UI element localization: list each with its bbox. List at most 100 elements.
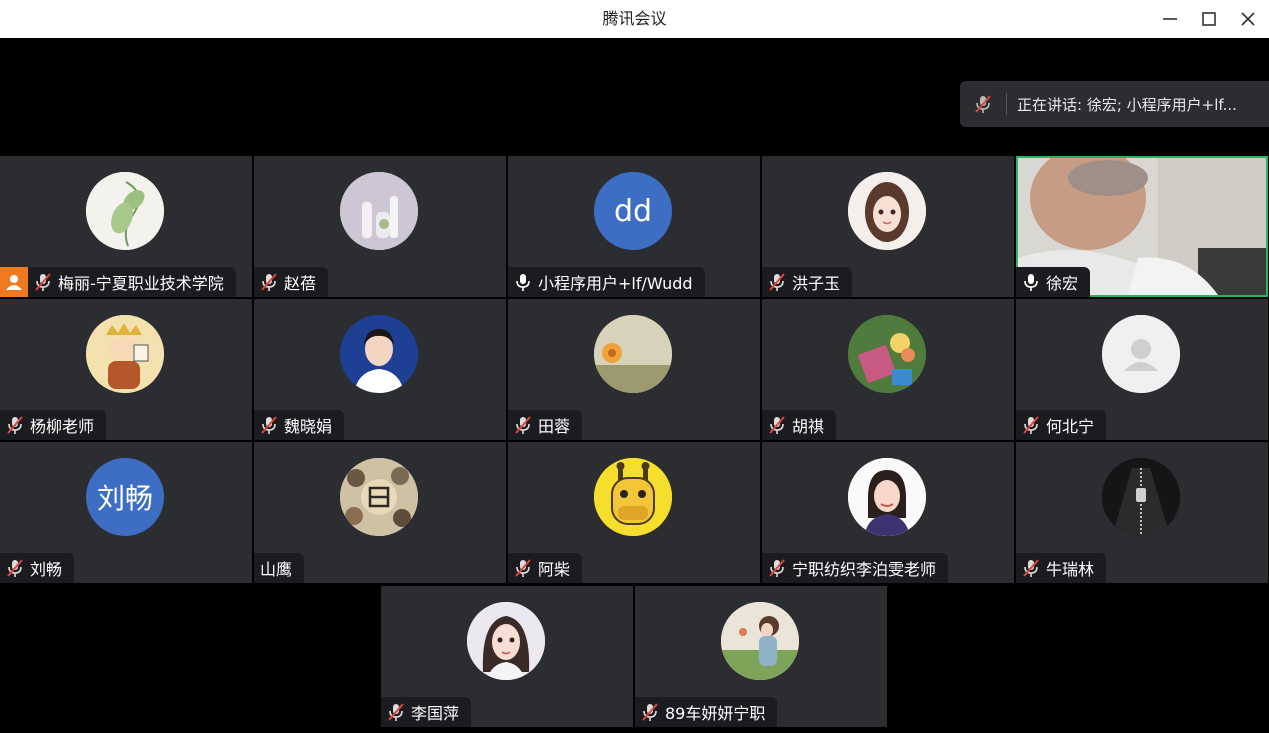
close-button[interactable] (1231, 4, 1265, 34)
participant-namebar: 洪子玉 (762, 267, 853, 297)
participant-namebar: 田蓉 (508, 410, 583, 440)
giraffe-cartoon-icon (594, 458, 672, 536)
participant-namebar: 胡祺 (762, 410, 837, 440)
participant-namebar: 梅丽-宁夏职业技术学院 (0, 267, 236, 297)
title-bar: 腾讯会议 (0, 0, 1269, 38)
avatar (1102, 458, 1180, 536)
minimize-icon (1163, 18, 1177, 20)
participant-name: 赵蓓 (284, 274, 317, 293)
participant-tile[interactable]: 赵蓓 (254, 156, 506, 297)
participant-name: 阿柴 (538, 560, 571, 579)
muted-mic-icon (34, 273, 52, 291)
avatar (86, 315, 164, 393)
leather-jacket-icon (1102, 458, 1180, 536)
muted-mic-icon (514, 559, 532, 577)
avatar (340, 172, 418, 250)
participant-name: 宁职纺织李泊雯老师 (792, 560, 937, 579)
participant-tile[interactable]: 梅丽-宁夏职业技术学院 (0, 156, 252, 297)
participant-name: 李国萍 (411, 704, 460, 723)
participant-namebar: 宁职纺织李泊雯老师 (762, 553, 949, 583)
participant-tile-active-speaker[interactable]: 徐宏 (1016, 156, 1268, 297)
muted-mic-icon (260, 273, 278, 291)
default-person-icon (1102, 315, 1180, 393)
avatar (467, 602, 545, 680)
orange-flower-icon (594, 315, 672, 393)
participant-name: 小程序用户+lf/Wudd (538, 274, 693, 293)
participant-name: 胡祺 (792, 417, 825, 436)
participant-tile[interactable]: 胡祺 (762, 299, 1014, 440)
avatar (848, 315, 926, 393)
participant-name: 魏晓娟 (284, 417, 333, 436)
avatar (340, 315, 418, 393)
participant-namebar: 山鹰 (254, 553, 305, 583)
participant-tile[interactable]: 田蓉 (508, 299, 760, 440)
participant-namebar: 李国萍 (381, 697, 472, 727)
participant-tile[interactable]: 何北宁 (1016, 299, 1268, 440)
muted-mic-icon (6, 559, 24, 577)
avatar (848, 172, 926, 250)
avatar (721, 602, 799, 680)
participant-namebar: 何北宁 (1016, 410, 1107, 440)
participant-tile[interactable]: 89车妍妍宁职 (635, 586, 887, 727)
mic-icon (514, 273, 532, 291)
maximize-button[interactable] (1192, 4, 1226, 34)
participant-namebar: 牛瑞林 (1016, 553, 1107, 583)
participant-name: 徐宏 (1046, 274, 1079, 293)
flowers-outdoor-icon (848, 315, 926, 393)
girl-field-icon (721, 602, 799, 680)
white-vase-icon (340, 172, 418, 250)
muted-mic-icon (975, 95, 991, 113)
muted-mic-icon (6, 416, 24, 434)
minimize-button[interactable] (1153, 4, 1187, 34)
participant-tile[interactable]: 李国萍 (381, 586, 633, 727)
text-avatar: 刘畅 (86, 458, 164, 536)
avatar (848, 458, 926, 536)
participant-name: 何北宁 (1046, 417, 1095, 436)
muted-mic-icon (768, 273, 786, 291)
cartoon-liberty-icon (86, 315, 164, 393)
muted-mic-icon (641, 703, 659, 721)
participant-tile[interactable]: 刘畅 刘畅 (0, 442, 252, 583)
participant-namebar: 刘畅 (0, 553, 75, 583)
window-title: 腾讯会议 (602, 9, 667, 28)
participant-name: 刘畅 (30, 560, 63, 579)
close-icon (1241, 12, 1255, 26)
participant-namebar: 小程序用户+lf/Wudd (508, 267, 705, 297)
speaking-indicator[interactable]: 正在讲话: 徐宏; 小程序用户+lf... (960, 81, 1269, 127)
participant-tile[interactable]: 宁职纺织李泊雯老师 (762, 442, 1014, 583)
participant-namebar: 89车妍妍宁职 (635, 697, 778, 727)
leaf-plant-icon (86, 172, 164, 250)
mic-icon (1022, 273, 1040, 291)
participant-name: 89车妍妍宁职 (665, 704, 766, 723)
avatar (86, 172, 164, 250)
avatar (594, 458, 672, 536)
participant-namebar: 阿柴 (508, 553, 583, 583)
participant-tile[interactable]: 洪子玉 (762, 156, 1014, 297)
participant-namebar: 徐宏 (1016, 267, 1091, 297)
participant-name: 杨柳老师 (30, 417, 95, 436)
anime-woman-icon (467, 602, 545, 680)
participant-name: 田蓉 (538, 417, 571, 436)
participant-tile[interactable]: 牛瑞林 (1016, 442, 1268, 583)
participant-name: 山鹰 (260, 560, 293, 579)
participant-name: 牛瑞林 (1046, 560, 1095, 579)
muted-mic-icon (260, 416, 278, 434)
participant-tile[interactable]: dd 小程序用户+lf/Wudd (508, 156, 760, 297)
participant-tile[interactable]: 杨柳老师 (0, 299, 252, 440)
muted-mic-icon (1022, 416, 1040, 434)
avatar (594, 315, 672, 393)
participant-tile[interactable]: 魏晓娟 (254, 299, 506, 440)
participant-name: 洪子玉 (792, 274, 841, 293)
muted-mic-icon (387, 703, 405, 721)
maximize-icon (1202, 12, 1216, 26)
woman-portrait-icon (340, 315, 418, 393)
divider (1006, 93, 1007, 115)
photo-collage-icon (340, 458, 418, 536)
participant-name: 梅丽-宁夏职业技术学院 (58, 274, 224, 293)
muted-mic-icon (1022, 559, 1040, 577)
muted-mic-icon (768, 416, 786, 434)
participant-tile[interactable]: 阿柴 (508, 442, 760, 583)
participant-namebar: 魏晓娟 (254, 410, 345, 440)
speaking-text: 正在讲话: 徐宏; 小程序用户+lf... (1017, 95, 1237, 114)
participant-tile[interactable]: 山鹰 (254, 442, 506, 583)
